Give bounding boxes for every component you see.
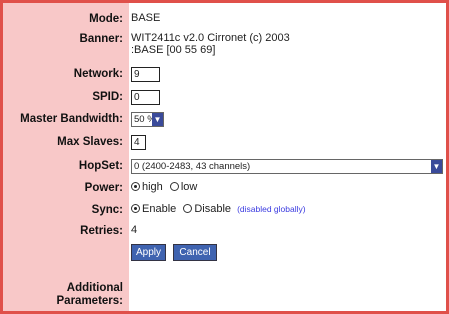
radio-selected-icon[interactable] <box>131 182 140 191</box>
sync-enable-label: Enable <box>142 203 177 215</box>
sync-disabled-note: (disabled globally) <box>237 204 306 214</box>
spid-input[interactable] <box>131 90 160 105</box>
network-label: Network: <box>73 68 123 80</box>
mode-value: BASE <box>131 12 161 24</box>
mode-label: Mode: <box>89 13 123 25</box>
power-low-option[interactable]: low <box>169 181 198 193</box>
chevron-down-icon[interactable]: ▼ <box>431 160 442 173</box>
spid-label: SPID: <box>92 91 123 103</box>
cancel-button[interactable]: Cancel <box>173 244 217 261</box>
chevron-down-icon[interactable]: ▼ <box>152 113 163 126</box>
sync-disable-label: Disable <box>194 203 232 215</box>
retries-label: Retries: <box>80 225 123 237</box>
retries-value: 4 <box>131 224 138 236</box>
banner-value-line2: :BASE [00 55 69] <box>131 44 216 56</box>
label-column <box>3 3 129 311</box>
power-low-label: low <box>180 181 198 193</box>
master-bandwidth-label: Master Bandwidth: <box>20 113 123 125</box>
power-high-label: high <box>142 181 163 193</box>
radio-unselected-icon[interactable] <box>169 182 179 191</box>
sync-enable-option[interactable]: Enable <box>131 203 176 215</box>
hopset-select[interactable]: 0 (2400-2483, 43 channels) ▼ <box>131 159 443 174</box>
sync-radio-group: Enable Disable (disabled globally) <box>131 203 306 216</box>
radio-unselected-icon[interactable] <box>183 204 193 213</box>
network-input[interactable] <box>131 67 160 82</box>
hopset-selected-value: 0 (2400-2483, 43 channels) <box>134 161 251 172</box>
master-bandwidth-select[interactable]: 50 % ▼ <box>131 112 164 127</box>
additional-parameters-label-line2: Parameters: <box>56 295 123 307</box>
radio-selected-icon[interactable] <box>131 204 140 213</box>
settings-panel <box>0 0 449 314</box>
power-label: Power: <box>84 182 123 194</box>
sync-label: Sync: <box>91 204 123 216</box>
banner-label: Banner: <box>79 33 123 45</box>
additional-parameters-label-line1: Additional <box>66 282 123 294</box>
sync-disable-option[interactable]: Disable <box>183 203 231 215</box>
apply-button[interactable]: Apply <box>131 244 166 261</box>
max-slaves-label: Max Slaves: <box>57 136 123 148</box>
max-slaves-input[interactable] <box>131 135 146 150</box>
hopset-label: HopSet: <box>78 160 123 172</box>
power-radio-group: high low <box>131 181 197 194</box>
power-high-option[interactable]: high <box>131 181 163 193</box>
